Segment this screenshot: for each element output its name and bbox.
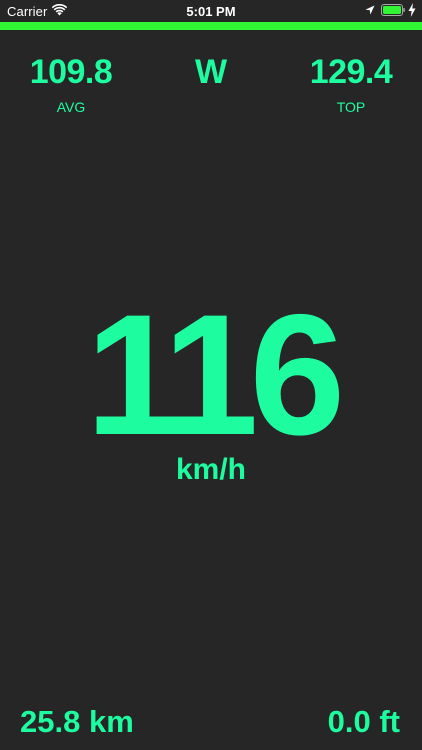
charging-bolt-icon: [408, 3, 416, 17]
status-time: 5:01 PM: [186, 4, 236, 19]
speed-unit-label: km/h: [175, 453, 247, 486]
top-speed-value: 129.4: [309, 53, 393, 91]
top-indicator-bar: [0, 22, 422, 30]
top-indicator-fill: [0, 22, 422, 30]
battery-icon: [381, 4, 405, 16]
avg-speed-stat: 109.8 AVG: [12, 52, 130, 116]
distance-value: 25.8 km: [20, 704, 134, 739]
altitude-value: 0.0 ft: [327, 704, 400, 739]
location-arrow-icon: [365, 5, 375, 15]
heading-direction: W: [194, 53, 228, 91]
avg-speed-value: 109.8: [29, 53, 113, 91]
status-bar: Carrier 5:01 PM: [0, 0, 422, 22]
top-speed-label: TOP: [336, 99, 366, 115]
current-speed-value: 116: [85, 279, 345, 471]
top-speed-stat: 129.4 TOP: [292, 52, 410, 116]
avg-speed-label: AVG: [56, 99, 86, 115]
